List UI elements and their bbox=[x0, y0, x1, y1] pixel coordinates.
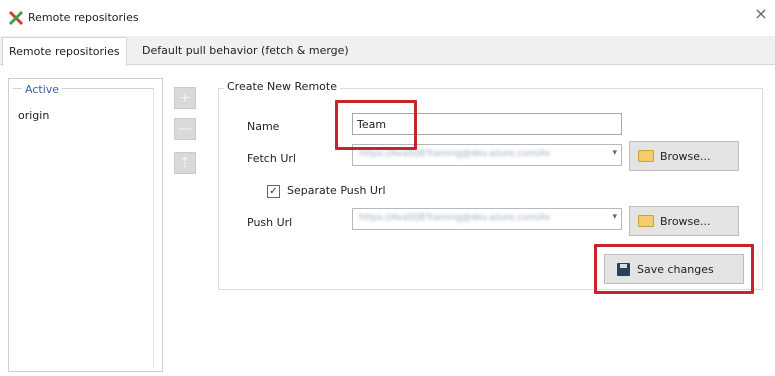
folder-icon bbox=[638, 150, 654, 162]
chevron-down-icon[interactable]: ▾ bbox=[612, 212, 617, 222]
save-disk-icon bbox=[617, 263, 630, 276]
active-group-label: Active bbox=[22, 83, 63, 96]
push-url-value: https://AvaSDETraining@dev.azure.com/Av bbox=[359, 213, 551, 223]
folder-icon bbox=[638, 215, 654, 227]
push-browse-label: Browse... bbox=[660, 215, 711, 228]
move-icon: ⇡ bbox=[179, 155, 191, 171]
name-label: Name bbox=[247, 120, 280, 133]
push-browse-button[interactable]: Browse... bbox=[629, 206, 739, 236]
active-remotes-group bbox=[13, 88, 154, 368]
fetch-browse-label: Browse... bbox=[660, 150, 711, 163]
save-changes-label: Save changes bbox=[637, 263, 714, 276]
tab-default-pull-behavior[interactable]: Default pull behavior (fetch & merge) bbox=[136, 37, 355, 65]
separate-push-url-checkbox[interactable]: ✓ bbox=[267, 185, 280, 198]
add-remote-button[interactable]: + bbox=[174, 87, 196, 109]
name-input[interactable] bbox=[352, 113, 622, 135]
move-remote-button[interactable]: ⇡ bbox=[174, 152, 196, 174]
fetch-browse-button[interactable]: Browse... bbox=[629, 141, 739, 171]
fetch-url-combo[interactable]: https://AvaSDETraining@dev.azure.com/Av … bbox=[352, 144, 622, 166]
remove-remote-button[interactable]: — bbox=[174, 118, 196, 140]
create-remote-group-label: Create New Remote bbox=[224, 80, 340, 93]
window-title: Remote repositories bbox=[28, 11, 139, 24]
separate-push-url-label: Separate Push Url bbox=[287, 184, 386, 197]
push-url-label: Push Url bbox=[247, 216, 293, 229]
tab-remote-repositories[interactable]: Remote repositories bbox=[2, 37, 127, 66]
fetch-url-label: Fetch Url bbox=[247, 152, 296, 165]
chevron-down-icon[interactable]: ▾ bbox=[612, 148, 617, 158]
fetch-url-value: https://AvaSDETraining@dev.azure.com/Av bbox=[359, 149, 551, 159]
push-url-combo[interactable]: https://AvaSDETraining@dev.azure.com/Av … bbox=[352, 208, 622, 230]
save-changes-button[interactable]: Save changes bbox=[604, 254, 744, 284]
git-extensions-icon bbox=[8, 10, 24, 26]
list-item-origin[interactable]: origin bbox=[18, 108, 148, 124]
remove-icon: — bbox=[178, 121, 192, 137]
close-icon[interactable]: × bbox=[752, 4, 770, 24]
add-icon: + bbox=[179, 90, 191, 106]
